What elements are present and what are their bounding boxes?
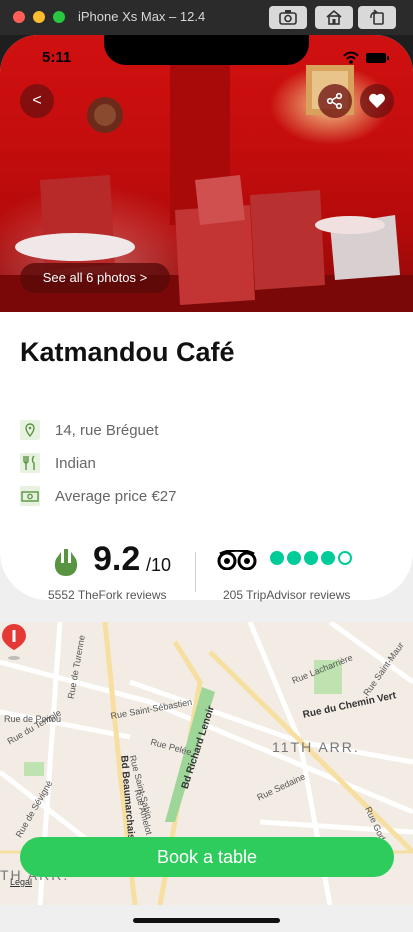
- thefork-logo-icon: [54, 549, 78, 576]
- ratings-divider: [195, 552, 196, 592]
- hero-photo[interactable]: 5:11 < See all 6 photos >: [0, 35, 413, 312]
- tripadvisor-bubble-rating: [270, 551, 355, 570]
- cuisine-text: Indian: [55, 455, 96, 472]
- thefork-rating-max: /10: [146, 555, 172, 575]
- zoom-window-button[interactable]: [53, 11, 65, 23]
- battery-icon: [366, 53, 389, 63]
- see-all-photos-button[interactable]: See all 6 photos >: [20, 263, 170, 293]
- home-button[interactable]: [315, 6, 353, 29]
- rotate-icon: [370, 9, 384, 25]
- home-indicator: [133, 918, 280, 923]
- status-time: 5:11: [42, 49, 72, 66]
- wifi-icon: [343, 51, 359, 64]
- status-icons: [342, 51, 390, 70]
- address-text: 14, rue Bréguet: [55, 422, 159, 439]
- home-icon: [326, 9, 342, 25]
- restaurant-info-card: Katmandou Café 14, rue Bréguet Indian Av…: [0, 312, 413, 602]
- heart-icon: [369, 93, 385, 108]
- device-screen: 5:11 < See all 6 photos > Katmandou Café…: [0, 35, 413, 932]
- tripadvisor-owl-icon: [217, 550, 257, 570]
- rating-bubble-filled: [287, 551, 301, 565]
- camera-icon: [279, 10, 297, 25]
- screenshot-button[interactable]: [269, 6, 307, 29]
- share-icon: [326, 92, 343, 110]
- restaurant-name: Katmandou Café: [20, 337, 235, 367]
- price-text: Average price €27: [55, 488, 177, 505]
- simulator-title: iPhone Xs Max – 12.4: [78, 9, 206, 24]
- close-window-button[interactable]: [13, 11, 25, 23]
- minimize-window-button[interactable]: [33, 11, 45, 23]
- district-label: 11TH ARR.: [272, 739, 360, 755]
- map-legal-link[interactable]: Legal: [10, 877, 32, 887]
- rating-bubble-filled: [304, 551, 318, 565]
- device-notch: [104, 35, 309, 65]
- simulator-titlebar: iPhone Xs Max – 12.4: [0, 0, 413, 35]
- rating-bubble-filled: [270, 551, 284, 565]
- book-table-button[interactable]: Book a table: [20, 837, 394, 877]
- fork-knife-icon: [20, 453, 40, 473]
- tripadvisor-reviews-count[interactable]: 205 TripAdvisor reviews: [223, 588, 350, 602]
- favorite-button[interactable]: [360, 84, 394, 118]
- rating-bubble-filled: [321, 551, 335, 565]
- banknote-icon: [20, 486, 40, 506]
- thefork-reviews-count[interactable]: 5552 TheFork reviews: [48, 588, 167, 602]
- thefork-rating: 9.2: [93, 540, 141, 578]
- back-button[interactable]: <: [20, 84, 54, 118]
- map-pin-icon[interactable]: [0, 622, 28, 662]
- share-button[interactable]: [318, 84, 352, 118]
- location-pin-icon: [20, 420, 40, 440]
- rotate-button[interactable]: [358, 6, 396, 29]
- rating-bubble-empty: [338, 551, 352, 565]
